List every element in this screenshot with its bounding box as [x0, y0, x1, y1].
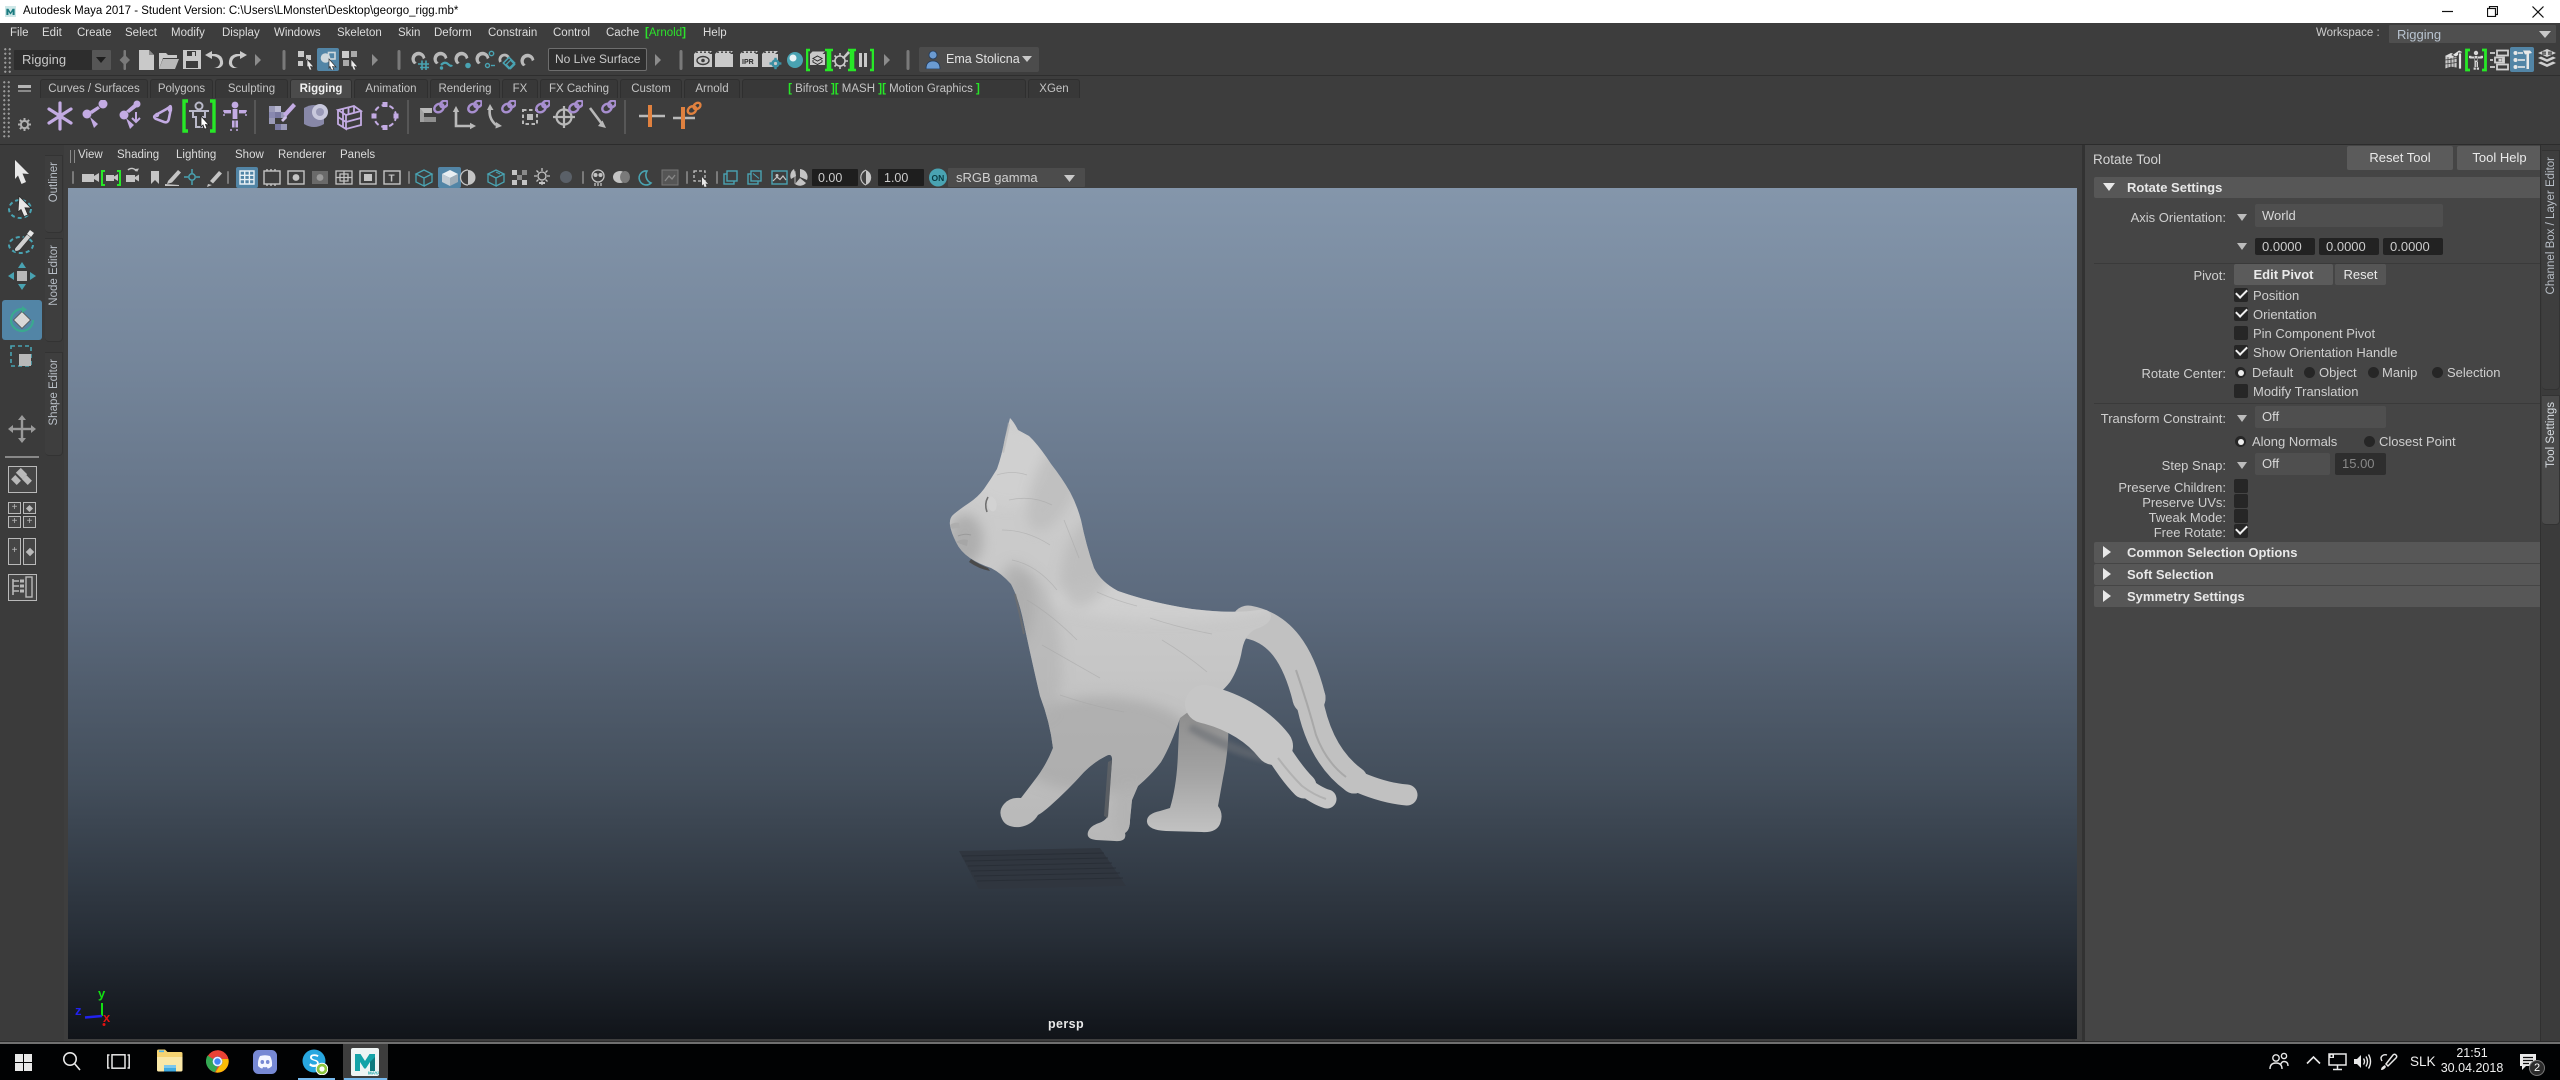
- svg-text:MAYA: MAYA: [368, 1071, 379, 1076]
- svg-text:1.00: 1.00: [884, 171, 908, 185]
- svg-text:x: x: [103, 1010, 111, 1025]
- svg-text:z: z: [75, 1003, 82, 1018]
- svg-text:0.00: 0.00: [818, 171, 842, 185]
- svg-text:IPR: IPR: [742, 59, 754, 66]
- svg-text:y: y: [98, 986, 106, 1001]
- svg-text:ON: ON: [932, 173, 945, 183]
- svg-text:sRGB gamma: sRGB gamma: [956, 170, 1038, 185]
- svg-text:T: T: [389, 174, 395, 185]
